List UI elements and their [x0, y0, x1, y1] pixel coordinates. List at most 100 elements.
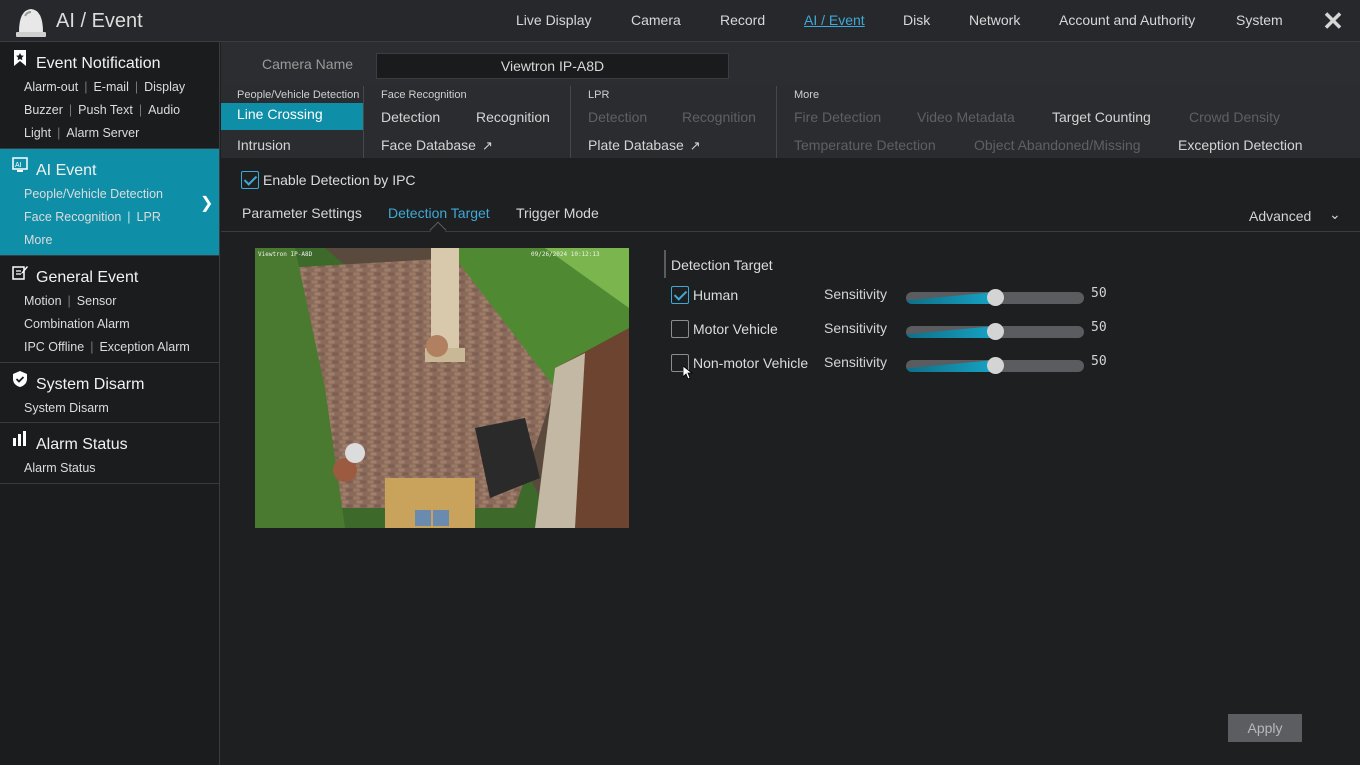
- category-people-vehicle: People/Vehicle Detection Line Crossing I…: [221, 86, 364, 158]
- shield-icon: [13, 371, 27, 387]
- tab-detection-target[interactable]: Detection Target: [388, 205, 490, 221]
- human-sensitivity-label: Sensitivity: [824, 286, 888, 302]
- sidebar-title-alarm-status[interactable]: Alarm Status: [36, 436, 128, 454]
- preview-osd-time: 09/26/2024 10:12:13: [531, 251, 600, 258]
- slider-thumb[interactable]: [986, 289, 1004, 306]
- sidebar-link-combination-alarm[interactable]: Combination Alarm: [24, 317, 130, 331]
- nav-ai-event[interactable]: AI / Event: [804, 12, 865, 28]
- tab-exception-detection[interactable]: Exception Detection: [1178, 137, 1303, 153]
- human-label: Human: [693, 287, 739, 303]
- nav-camera[interactable]: Camera: [631, 12, 681, 28]
- tab-intrusion[interactable]: Intrusion: [237, 137, 291, 153]
- sidebar-section-general-event: General Event Motion | Sensor Combination …: [0, 256, 219, 363]
- non-motor-vehicle-sensitivity-slider[interactable]: [906, 357, 1084, 374]
- sidebar: Event Notification Alarm-out | E-mail | Disp…: [0, 42, 220, 765]
- chevron-down-icon[interactable]: ⌄: [1329, 206, 1341, 223]
- sidebar-link-sensor[interactable]: Sensor: [77, 294, 117, 308]
- sidebar-title-event-notification[interactable]: Event Notification: [36, 55, 161, 73]
- sidebar-link-face-recognition[interactable]: Face Recognition: [24, 210, 121, 224]
- tab-face-database[interactable]: Face Database ↗: [381, 137, 493, 154]
- tab-line-crossing[interactable]: Line Crossing: [221, 103, 363, 130]
- category-head-face: Face Recognition: [381, 89, 467, 101]
- sub-tabs: Parameter Settings Detection Target Trig…: [221, 198, 1360, 239]
- tab-temperature-detection[interactable]: Temperature Detection: [794, 137, 936, 153]
- tab-lpr-recognition[interactable]: Recognition: [682, 109, 756, 125]
- section-marker: [664, 250, 666, 278]
- human-sensitivity-slider[interactable]: [906, 289, 1084, 306]
- slider-thumb[interactable]: [986, 357, 1004, 374]
- sidebar-link-push-text[interactable]: Push Text: [78, 103, 133, 117]
- tab-face-recognition[interactable]: Recognition: [476, 109, 550, 125]
- tab-object-abandoned-missing[interactable]: Object Abandoned/Missing: [974, 137, 1141, 153]
- advanced-toggle[interactable]: Advanced: [1249, 208, 1311, 224]
- sidebar-link-buzzer[interactable]: Buzzer: [24, 103, 63, 117]
- motor-vehicle-sensitivity-label: Sensitivity: [824, 320, 888, 336]
- active-tab-indicator: [429, 221, 447, 239]
- tab-video-metadata[interactable]: Video Metadata: [917, 109, 1015, 125]
- category-head-people-vehicle: People/Vehicle Detection: [237, 89, 360, 101]
- sidebar-link-people-vehicle[interactable]: People/Vehicle Detection: [24, 187, 163, 201]
- motor-vehicle-sensitivity-value: 50: [1091, 320, 1107, 335]
- close-icon[interactable]: ✕: [1320, 8, 1346, 34]
- nav-account-authority[interactable]: Account and Authority: [1059, 12, 1195, 28]
- nav-disk[interactable]: Disk: [903, 12, 930, 28]
- camera-preview-image: Viewtron IP-A8D 09/26/2024 10:12:13: [255, 248, 629, 528]
- slider-thumb[interactable]: [986, 323, 1004, 340]
- sidebar-title-ai-event[interactable]: AI Event: [36, 162, 96, 180]
- tab-lpr-detection[interactable]: Detection: [588, 109, 647, 125]
- non-motor-vehicle-label: Non-motor Vehicle: [693, 355, 809, 371]
- category-row: People/Vehicle Detection Line Crossing I…: [221, 86, 1360, 158]
- apply-button[interactable]: Apply: [1228, 714, 1302, 742]
- plate-database-label: Plate Database: [588, 137, 684, 153]
- sidebar-section-alarm-status: Alarm Status Alarm Status: [0, 423, 219, 484]
- sidebar-link-email[interactable]: E-mail: [93, 80, 128, 94]
- sidebar-link-alarm-status[interactable]: Alarm Status: [24, 461, 96, 475]
- category-more: More Fire Detection Video Metadata Targe…: [778, 86, 1360, 158]
- sidebar-section-system-disarm: System Disarm System Disarm: [0, 363, 219, 423]
- nav-system[interactable]: System: [1236, 12, 1283, 28]
- sidebar-title-system-disarm[interactable]: System Disarm: [36, 376, 144, 394]
- target-row-human: Human Sensitivity 50: [671, 284, 1121, 308]
- sidebar-link-lpr[interactable]: LPR: [137, 210, 161, 224]
- svg-text:AI: AI: [15, 162, 22, 169]
- tab-parameter-settings[interactable]: Parameter Settings: [242, 205, 362, 221]
- human-checkbox[interactable]: [671, 286, 689, 304]
- sidebar-title-general-event[interactable]: General Event: [36, 269, 138, 287]
- camera-row: Camera Name Viewtron IP-A8D: [221, 42, 1360, 86]
- category-face-recognition: Face Recognition Detection Recognition F…: [365, 86, 571, 158]
- detection-target-panel: Detection Target Human Sensitivity 50 Mo…: [664, 250, 1124, 390]
- sidebar-link-alarm-server[interactable]: Alarm Server: [66, 126, 139, 140]
- sidebar-link-alarm-out[interactable]: Alarm-out: [24, 80, 78, 94]
- nav-live-display[interactable]: Live Display: [516, 12, 591, 28]
- external-link-icon: ↗: [481, 138, 493, 153]
- sidebar-link-exception-alarm[interactable]: Exception Alarm: [99, 340, 189, 354]
- sidebar-link-more[interactable]: More: [24, 233, 52, 247]
- nav-record[interactable]: Record: [720, 12, 765, 28]
- camera-name-select[interactable]: Viewtron IP-A8D: [376, 53, 729, 79]
- motor-vehicle-checkbox[interactable]: [671, 320, 689, 338]
- tab-trigger-mode[interactable]: Trigger Mode: [516, 205, 599, 221]
- sidebar-link-display[interactable]: Display: [144, 80, 185, 94]
- enable-detection-checkbox[interactable]: [241, 171, 259, 189]
- target-row-motor-vehicle: Motor Vehicle Sensitivity 50: [671, 318, 1121, 342]
- tab-plate-database[interactable]: Plate Database ↗: [588, 137, 701, 154]
- category-head-lpr: LPR: [588, 89, 610, 101]
- tab-face-detection[interactable]: Detection: [381, 109, 440, 125]
- detection-target-title: Detection Target: [671, 257, 773, 273]
- sidebar-section-event-notification: Event Notification Alarm-out | E-mail | Disp…: [0, 42, 219, 149]
- tab-target-counting[interactable]: Target Counting: [1052, 109, 1151, 125]
- preview-osd-name: Viewtron IP-A8D: [258, 251, 313, 258]
- top-bar: AI / Event Live Display Camera Record AI…: [0, 0, 1360, 42]
- sidebar-link-system-disarm[interactable]: System Disarm: [24, 401, 109, 415]
- sidebar-link-light[interactable]: Light: [24, 126, 51, 140]
- sidebar-link-audio[interactable]: Audio: [148, 103, 180, 117]
- tab-fire-detection[interactable]: Fire Detection: [794, 109, 881, 125]
- motor-vehicle-sensitivity-slider[interactable]: [906, 323, 1084, 340]
- chevron-right-icon: ❯: [200, 195, 214, 212]
- sidebar-link-ipc-offline[interactable]: IPC Offline: [24, 340, 84, 354]
- nav-network[interactable]: Network: [969, 12, 1020, 28]
- app-title: AI / Event: [56, 10, 143, 32]
- sidebar-link-motion[interactable]: Motion: [24, 294, 62, 308]
- tab-crowd-density[interactable]: Crowd Density: [1189, 109, 1280, 125]
- category-head-more: More: [794, 89, 820, 101]
